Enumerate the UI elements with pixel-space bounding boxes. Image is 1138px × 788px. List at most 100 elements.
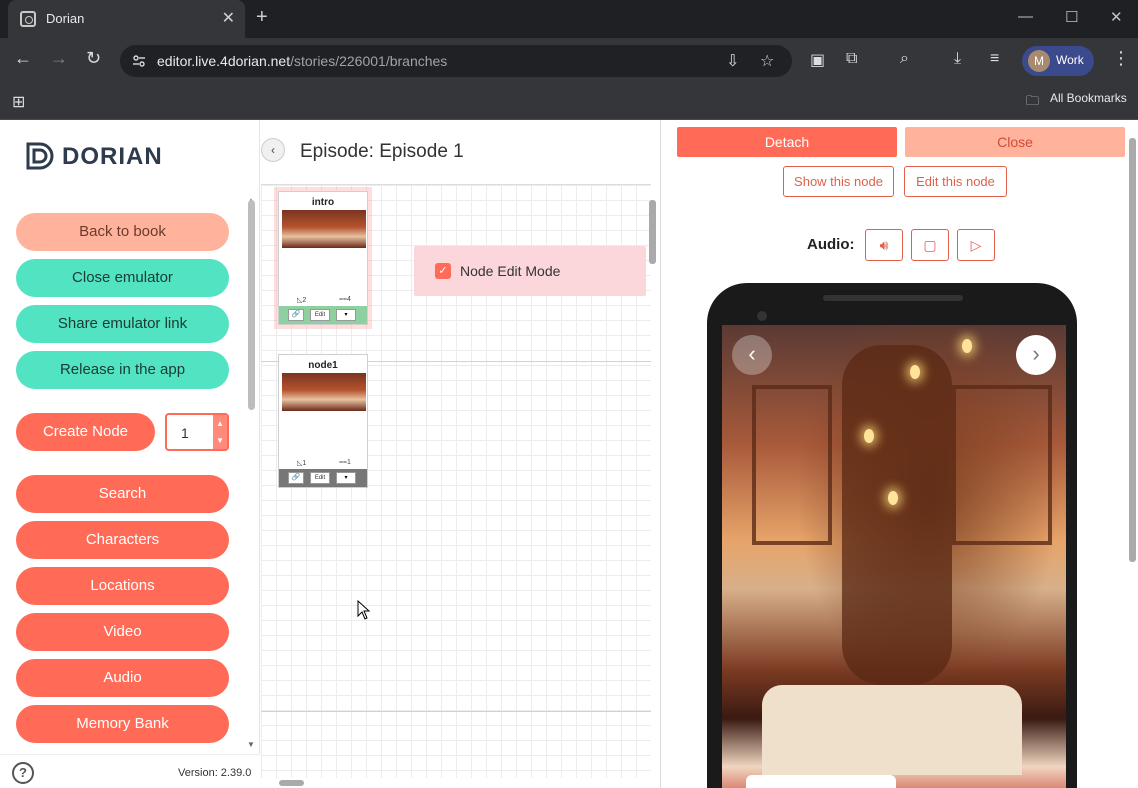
media-control-icon[interactable]: ≡: [990, 50, 999, 68]
locations-button[interactable]: Locations: [16, 567, 229, 605]
detach-button[interactable]: Detach: [677, 127, 897, 157]
node-title: intro: [311, 197, 335, 208]
maximize-icon[interactable]: ☐: [1065, 8, 1078, 26]
phone-frame: ‹ ›: [707, 283, 1077, 788]
dorian-favicon-icon: [20, 11, 36, 27]
node-meta-a-value: 2: [302, 297, 307, 304]
install-app-icon[interactable]: ⇩: [726, 51, 739, 71]
audio-label: Audio:: [807, 236, 855, 253]
download-icon[interactable]: ⤓: [954, 50, 961, 68]
help-icon[interactable]: ?: [12, 762, 34, 784]
sidebar-footer: ? Version: 2.39.0: [0, 754, 260, 788]
volume-icon[interactable]: 🔊︎: [865, 229, 903, 261]
node-meta-b: ⩵1: [339, 459, 351, 466]
node-toolbar: 🔗 Edit ▾: [279, 306, 367, 324]
node-edit-mode-label[interactable]: Node Edit Mode: [460, 263, 560, 279]
phone-speaker: [823, 295, 963, 301]
next-scene-icon[interactable]: ›: [1016, 335, 1056, 375]
sidebar: DORIAN Back to book Close emulator Share…: [0, 120, 260, 788]
canvas-vertical-scrollbar[interactable]: [649, 200, 656, 264]
scene-light: [864, 429, 874, 443]
node-edit-button[interactable]: Edit: [310, 472, 330, 484]
story-node[interactable]: node1 ◺1 ⩵1 🔗 Edit ▾: [278, 354, 368, 488]
share-emulator-link-button[interactable]: Share emulator link: [16, 305, 229, 343]
profile-button[interactable]: M Work: [1022, 46, 1094, 76]
scene-light: [962, 339, 972, 353]
characters-button[interactable]: Characters: [16, 521, 229, 559]
phone-camera-icon: [757, 311, 767, 321]
profile-label: Work: [1056, 53, 1084, 67]
link-icon[interactable]: 🔗: [288, 309, 304, 321]
scene-light: [888, 491, 898, 505]
node-count-input[interactable]: 1 ▲ ▼: [165, 413, 229, 451]
search-button[interactable]: Search: [16, 475, 229, 513]
url-host: editor.live.4dorian.net: [157, 53, 291, 69]
more-menu-icon[interactable]: ⋮: [1112, 48, 1130, 69]
memory-bank-button[interactable]: Memory Bank: [16, 705, 229, 743]
bookmarks-bar: ⊞ 🗀 All Bookmarks: [0, 84, 1138, 120]
canvas-horizontal-scrollbar[interactable]: [279, 780, 304, 786]
node-edit-mode-panel: ✓ Node Edit Mode: [414, 246, 646, 296]
close-emulator-panel-button[interactable]: Close: [905, 127, 1125, 157]
logo-text: DORIAN: [62, 143, 163, 170]
collapse-sidebar-icon[interactable]: ‹: [261, 138, 285, 162]
browser-toolbar: ← → ↻ editor.live.4dorian.net/stories/22…: [0, 38, 1138, 84]
node-meta-a: ◺2: [297, 297, 307, 304]
increment-icon[interactable]: ▲: [213, 415, 227, 432]
site-settings-icon[interactable]: [132, 54, 146, 68]
node-edit-mode-checkbox[interactable]: ✓: [435, 263, 451, 279]
emulator-screen[interactable]: ‹ ›: [722, 325, 1066, 788]
stop-icon[interactable]: ▢: [911, 229, 949, 261]
sidebar-scrollbar[interactable]: [248, 200, 255, 410]
node-menu-icon[interactable]: ▾: [336, 309, 356, 321]
close-window-icon[interactable]: ✕: [1110, 8, 1123, 26]
forward-arrow-icon[interactable]: →: [50, 48, 68, 69]
node-edit-button[interactable]: Edit: [310, 309, 330, 321]
back-to-book-button[interactable]: Back to book: [16, 213, 229, 251]
version-label: Version: 2.39.0: [178, 767, 252, 779]
guide-line: [261, 711, 651, 712]
avatar: M: [1028, 50, 1050, 72]
close-emulator-button[interactable]: Close emulator: [16, 259, 229, 297]
extensions-puzzle-icon[interactable]: ⧉: [846, 50, 857, 68]
node-menu-icon[interactable]: ▾: [336, 472, 356, 484]
scroll-down-icon[interactable]: ▼: [247, 740, 255, 749]
search-tabs-icon[interactable]: ⌕: [900, 50, 909, 68]
create-node-button[interactable]: Create Node: [16, 413, 155, 451]
release-in-app-button[interactable]: Release in the app: [16, 351, 229, 389]
node-background-image: [282, 210, 366, 248]
show-this-node-button[interactable]: Show this node: [783, 166, 894, 197]
minimize-icon[interactable]: —: [1018, 8, 1033, 25]
extension-icon[interactable]: ▣: [810, 50, 825, 70]
link-icon[interactable]: 🔗: [288, 472, 304, 484]
dorian-logo-icon: [26, 142, 54, 170]
video-button[interactable]: Video: [16, 613, 229, 651]
tab-title: Dorian: [46, 11, 85, 26]
node-meta-a-value: 1: [302, 460, 307, 467]
apps-grid-icon[interactable]: ⊞: [12, 92, 25, 112]
play-icon[interactable]: ▷: [957, 229, 995, 261]
decrement-icon[interactable]: ▼: [213, 432, 227, 449]
address-bar[interactable]: editor.live.4dorian.net/stories/226001/b…: [120, 45, 792, 77]
node-meta-b-value: 4: [347, 296, 351, 303]
bookmark-star-icon[interactable]: ☆: [760, 51, 774, 71]
episode-title: Episode: Episode 1: [300, 141, 464, 162]
new-tab-icon[interactable]: +: [256, 6, 268, 29]
audio-button[interactable]: Audio: [16, 659, 229, 697]
all-bookmarks-link[interactable]: All Bookmarks: [1050, 91, 1127, 105]
close-tab-icon[interactable]: ✕: [222, 8, 235, 28]
node-canvas[interactable]: intro ◺2 ⩵4 🔗 Edit ▾ node1 ◺1 ⩵1 🔗 Edit …: [261, 184, 651, 778]
node-background-image: [282, 373, 366, 411]
emulator-panel: Detach Close Show this node Edit this no…: [660, 120, 1138, 788]
previous-scene-icon[interactable]: ‹: [732, 335, 772, 375]
story-node[interactable]: intro ◺2 ⩵4 🔗 Edit ▾: [278, 191, 368, 325]
scene-window: [752, 385, 832, 545]
emulator-scrollbar[interactable]: [1129, 138, 1136, 562]
url-text: editor.live.4dorian.net/stories/226001/b…: [157, 53, 447, 69]
back-arrow-icon[interactable]: ←: [14, 48, 32, 69]
browser-tab[interactable]: Dorian ✕: [8, 0, 245, 38]
scene-window: [952, 385, 1052, 545]
reload-icon[interactable]: ↻: [86, 48, 101, 69]
edit-this-node-button[interactable]: Edit this node: [904, 166, 1007, 197]
scene-bed: [762, 685, 1022, 775]
